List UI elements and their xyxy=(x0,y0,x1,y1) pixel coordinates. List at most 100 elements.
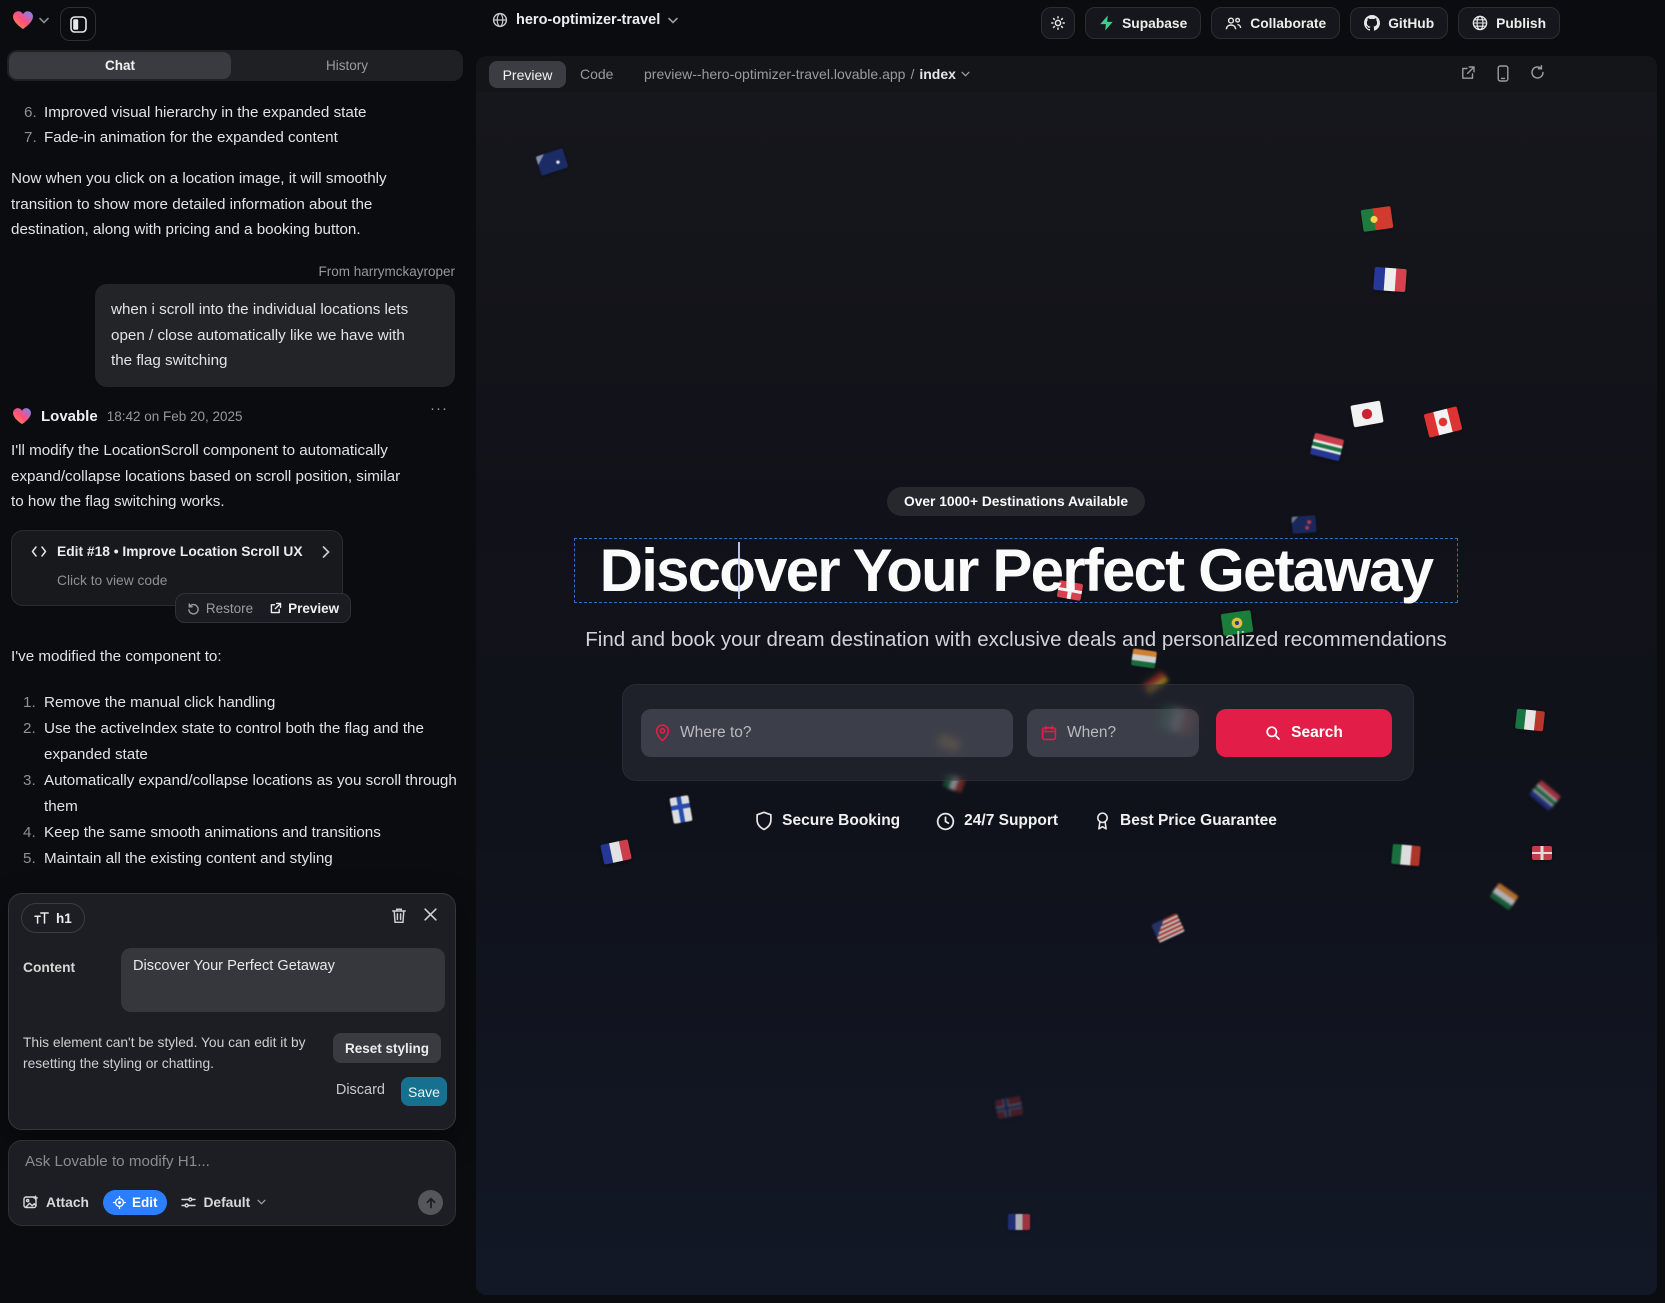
assistant-message-header: Lovable 18:42 on Feb 20, 2025 xyxy=(12,404,455,428)
preview-url[interactable]: preview--hero-optimizer-travel.lovable.a… xyxy=(644,66,970,82)
element-tag-label: h1 xyxy=(56,911,72,926)
mobile-view-icon[interactable] xyxy=(1497,65,1509,82)
delete-element-button[interactable] xyxy=(391,907,411,927)
search-button[interactable]: Search xyxy=(1216,709,1392,757)
content-input[interactable]: Discover Your Perfect Getaway xyxy=(121,948,445,1012)
settings-button[interactable] xyxy=(1041,7,1075,39)
sidebar-toggle-button[interactable] xyxy=(60,7,96,41)
selected-heading-outline[interactable]: Discover Your Perfect Getaway xyxy=(574,538,1458,603)
list-item: 5.Maintain all the existing content and … xyxy=(11,846,463,872)
search-bar: Where to? When? Search xyxy=(622,684,1414,781)
globe-icon xyxy=(492,12,508,28)
chevron-down-icon xyxy=(961,71,970,77)
list-item: 1.Remove the manual click handling xyxy=(11,690,463,716)
message-timestamp: 18:42 on Feb 20, 2025 xyxy=(107,409,243,424)
preview-toolbar: Preview Code preview--hero-optimizer-tra… xyxy=(476,56,1657,92)
attach-button[interactable]: Attach xyxy=(23,1195,89,1210)
version-actions: Restore Preview xyxy=(175,593,351,623)
close-icon[interactable] xyxy=(423,907,443,927)
element-tag-badge[interactable]: h1 xyxy=(21,903,85,933)
assistant-paragraph: Now when you click on a location image, … xyxy=(11,166,459,243)
send-button[interactable] xyxy=(418,1190,443,1215)
assistant-paragraph: I've modified the component to: xyxy=(11,644,463,670)
edit-card-subtitle: Click to view code xyxy=(57,573,167,588)
publish-button[interactable]: Publish xyxy=(1458,7,1560,39)
feature-best-price: Best Price Guarantee xyxy=(1094,811,1277,831)
people-icon xyxy=(1225,16,1242,31)
code-icon xyxy=(31,545,47,558)
chevron-down-icon xyxy=(257,1199,266,1205)
tab-history[interactable]: History xyxy=(233,52,461,79)
topbar: hero-optimizer-travel xyxy=(0,0,1665,46)
when-placeholder: When? xyxy=(1067,724,1116,742)
sliders-icon xyxy=(181,1196,196,1209)
restore-button[interactable]: Restore xyxy=(187,601,253,616)
url-separator: / xyxy=(910,66,914,82)
text-caret xyxy=(738,542,740,599)
github-label: GitHub xyxy=(1388,16,1434,31)
shield-icon xyxy=(755,811,773,831)
tab-preview[interactable]: Preview xyxy=(489,61,566,88)
supabase-bolt-icon xyxy=(1099,15,1114,31)
gear-icon xyxy=(1050,15,1066,31)
list-item: 6.Improved visual hierarchy in the expan… xyxy=(11,100,461,126)
feature-secure-booking: Secure Booking xyxy=(755,811,900,831)
when-input[interactable]: When? xyxy=(1027,709,1199,757)
search-icon xyxy=(1265,725,1281,741)
feature-support: 24/7 Support xyxy=(936,811,1058,831)
refresh-icon[interactable] xyxy=(1530,65,1545,82)
url-path: index xyxy=(919,66,956,82)
collaborate-label: Collaborate xyxy=(1250,16,1326,31)
modifications-list: 1.Remove the manual click handling 2.Use… xyxy=(11,690,463,872)
discard-button[interactable]: Discard xyxy=(336,1082,385,1098)
clock-icon xyxy=(936,812,955,831)
save-button[interactable]: Save xyxy=(401,1077,447,1106)
open-external-icon[interactable] xyxy=(1460,65,1476,82)
feature-row: Secure Booking 24/7 Support Best Price G… xyxy=(476,811,1556,831)
project-switcher[interactable]: hero-optimizer-travel xyxy=(492,12,678,28)
where-input[interactable]: Where to? xyxy=(641,709,1013,757)
panel-layout-icon xyxy=(70,16,87,33)
chat-prompt-input[interactable] xyxy=(23,1151,437,1189)
project-name: hero-optimizer-travel xyxy=(516,12,660,28)
supabase-button[interactable]: Supabase xyxy=(1085,7,1201,39)
hero-title[interactable]: Discover Your Perfect Getaway xyxy=(600,536,1433,605)
lovable-app-window: hero-optimizer-travel xyxy=(0,0,1665,1303)
github-icon xyxy=(1364,15,1380,31)
list-item: 7.Fade-in animation for the expanded con… xyxy=(11,125,461,151)
preview-version-button[interactable]: Preview xyxy=(269,601,339,616)
lovable-heart-icon xyxy=(12,10,34,30)
tab-code[interactable]: Code xyxy=(580,66,613,82)
github-button[interactable]: GitHub xyxy=(1350,7,1448,39)
user-message-bubble: when i scroll into the individual locati… xyxy=(95,284,455,387)
award-icon xyxy=(1094,811,1111,831)
rendered-page-canvas: Over 1000+ Destinations Available Discov… xyxy=(476,92,1657,1295)
chat-sidebar: Chat History 6.Improved visual hierarchy… xyxy=(0,46,470,1303)
chevron-right-icon xyxy=(322,546,330,558)
url-host: preview--hero-optimizer-travel.lovable.a… xyxy=(644,66,905,82)
location-pin-icon xyxy=(655,724,670,742)
style-note-text: This element can't be styled. You can ed… xyxy=(23,1033,323,1074)
assistant-paragraph: I'll modify the LocationScroll component… xyxy=(11,438,463,515)
user-message-text: when i scroll into the individual locati… xyxy=(111,297,439,374)
restore-icon xyxy=(187,602,200,615)
edit-mode-button[interactable]: Edit xyxy=(103,1190,168,1215)
reset-styling-button[interactable]: Reset styling xyxy=(333,1033,441,1063)
chat-input-container: Attach Edit Default xyxy=(8,1140,456,1226)
collaborate-button[interactable]: Collaborate xyxy=(1211,7,1340,39)
list-item: 3.Automatically expand/collapse location… xyxy=(11,768,463,820)
supabase-label: Supabase xyxy=(1122,16,1187,31)
assistant-name: Lovable xyxy=(41,408,98,425)
where-placeholder: Where to? xyxy=(680,724,752,742)
mode-selector[interactable]: Default xyxy=(181,1195,266,1210)
attach-image-icon xyxy=(23,1195,39,1209)
target-icon xyxy=(113,1196,126,1209)
edit-card-title: Edit #18 • Improve Location Scroll UX xyxy=(57,544,312,559)
element-editor-panel: h1 Content Discover Your Perfect Getaway… xyxy=(8,893,456,1130)
publish-globe-icon xyxy=(1472,15,1488,31)
chevron-down-icon xyxy=(39,17,49,24)
lovable-logo-menu[interactable] xyxy=(12,10,49,30)
tab-chat[interactable]: Chat xyxy=(9,52,231,79)
list-item: 2.Use the activeIndex state to control b… xyxy=(11,716,463,768)
message-options-button[interactable]: ··· xyxy=(430,400,448,417)
